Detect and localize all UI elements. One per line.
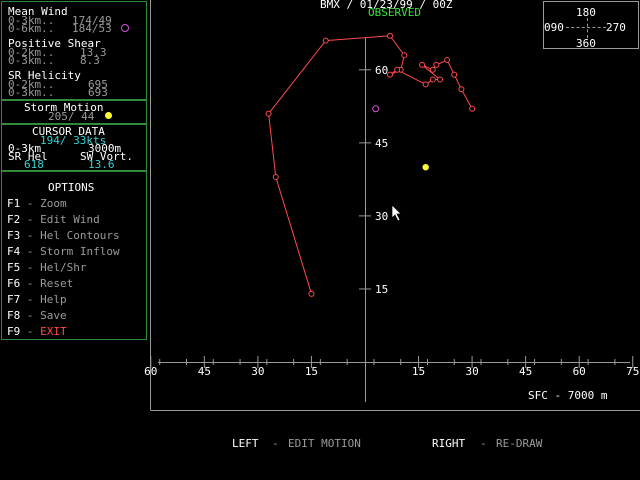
y-tick-label: 60 [375,64,388,77]
mouse-cursor-icon [391,204,402,222]
x-tick-label: 60 [573,365,586,378]
hodograph-point [272,173,279,180]
hodograph-point [322,37,329,44]
mean-wind-marker [372,105,380,113]
storm-motion-marker[interactable] [422,164,429,171]
x-tick-label: 30 [251,365,264,378]
y-axis-ticks: 60 45 30 15 [359,64,388,296]
hodograph-point [451,71,458,78]
hodograph-point [265,110,272,117]
hodograph-plot[interactable]: 60 45 30 15 15 30 45 60 75 60 45 30 15 [0,0,640,480]
y-tick-label: 15 [375,283,388,296]
right-mouse-action[interactable]: RE-DRAW [496,438,542,449]
x-tick-label: 45 [519,365,532,378]
plot-frame [150,0,640,411]
hodograph-point [308,290,315,297]
hodograph-point [419,61,426,68]
x-tick-label: 75 [626,365,639,378]
right-mouse-key: RIGHT [432,437,466,450]
x-tick-label: 15 [412,365,425,378]
right-mouse-separator: - [480,437,487,450]
x-axis-ticks: 60 45 30 15 15 30 45 60 75 [144,356,639,378]
x-tick-label: 30 [465,365,478,378]
hodograph-point [458,86,465,93]
hodograph-point [401,52,408,59]
hodograph-point [429,66,436,73]
height-range-label: SFC - 7000 m [528,389,608,402]
hodograph-point [386,32,393,39]
hodograph-point [436,76,443,83]
hodograph-point [394,66,401,73]
y-tick-label: 30 [375,210,388,223]
hodograph-point [469,105,476,112]
x-tick-label: 60 [144,365,157,378]
x-tick-label: 45 [198,365,211,378]
hodograph-point [386,71,393,78]
hodograph-point [444,57,451,64]
x-tick-label: 15 [305,365,318,378]
left-mouse-key: LEFT [232,437,259,450]
hodograph-point [429,76,436,83]
left-mouse-separator: - [272,437,279,450]
y-tick-label: 45 [375,137,388,150]
hodograph-point [422,81,429,88]
hodograph-trace [268,35,473,294]
hodograph [265,32,476,297]
left-mouse-action[interactable]: EDIT MOTION [288,438,361,449]
hodograph-point [433,61,440,68]
